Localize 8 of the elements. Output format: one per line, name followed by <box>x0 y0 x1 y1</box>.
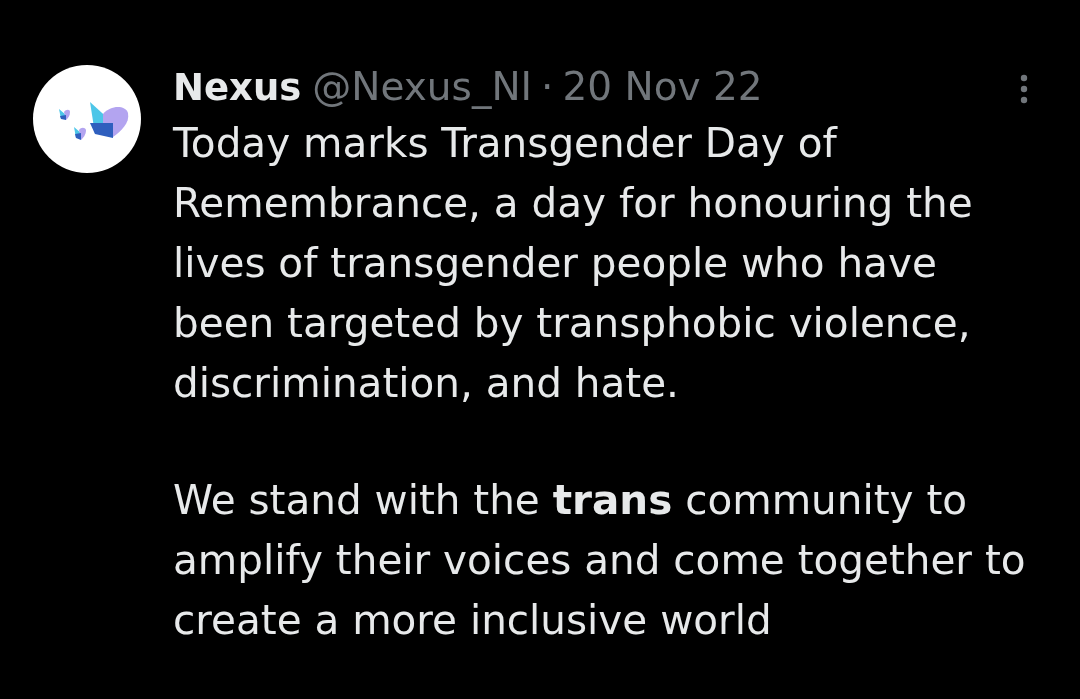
author-name[interactable]: Nexus <box>173 65 302 109</box>
more-icon[interactable] <box>1020 74 1028 104</box>
butterfly-logo-icon[interactable] <box>33 65 141 173</box>
separator-dot: · <box>541 63 554 109</box>
tweet-date[interactable]: 20 Nov 22 <box>562 63 763 109</box>
author-handle[interactable]: @Nexus_NI <box>312 63 533 109</box>
tweet-text: Today marks Transgender Day of Remembrance, a day for honouring the lives of transgender people who have been targeted by transphobic violence, discrimination, and hate. <box>173 118 974 409</box>
tweet-text: We stand with the trans community to amplify their voices and come together to create a more inclusive world <box>173 475 1027 646</box>
